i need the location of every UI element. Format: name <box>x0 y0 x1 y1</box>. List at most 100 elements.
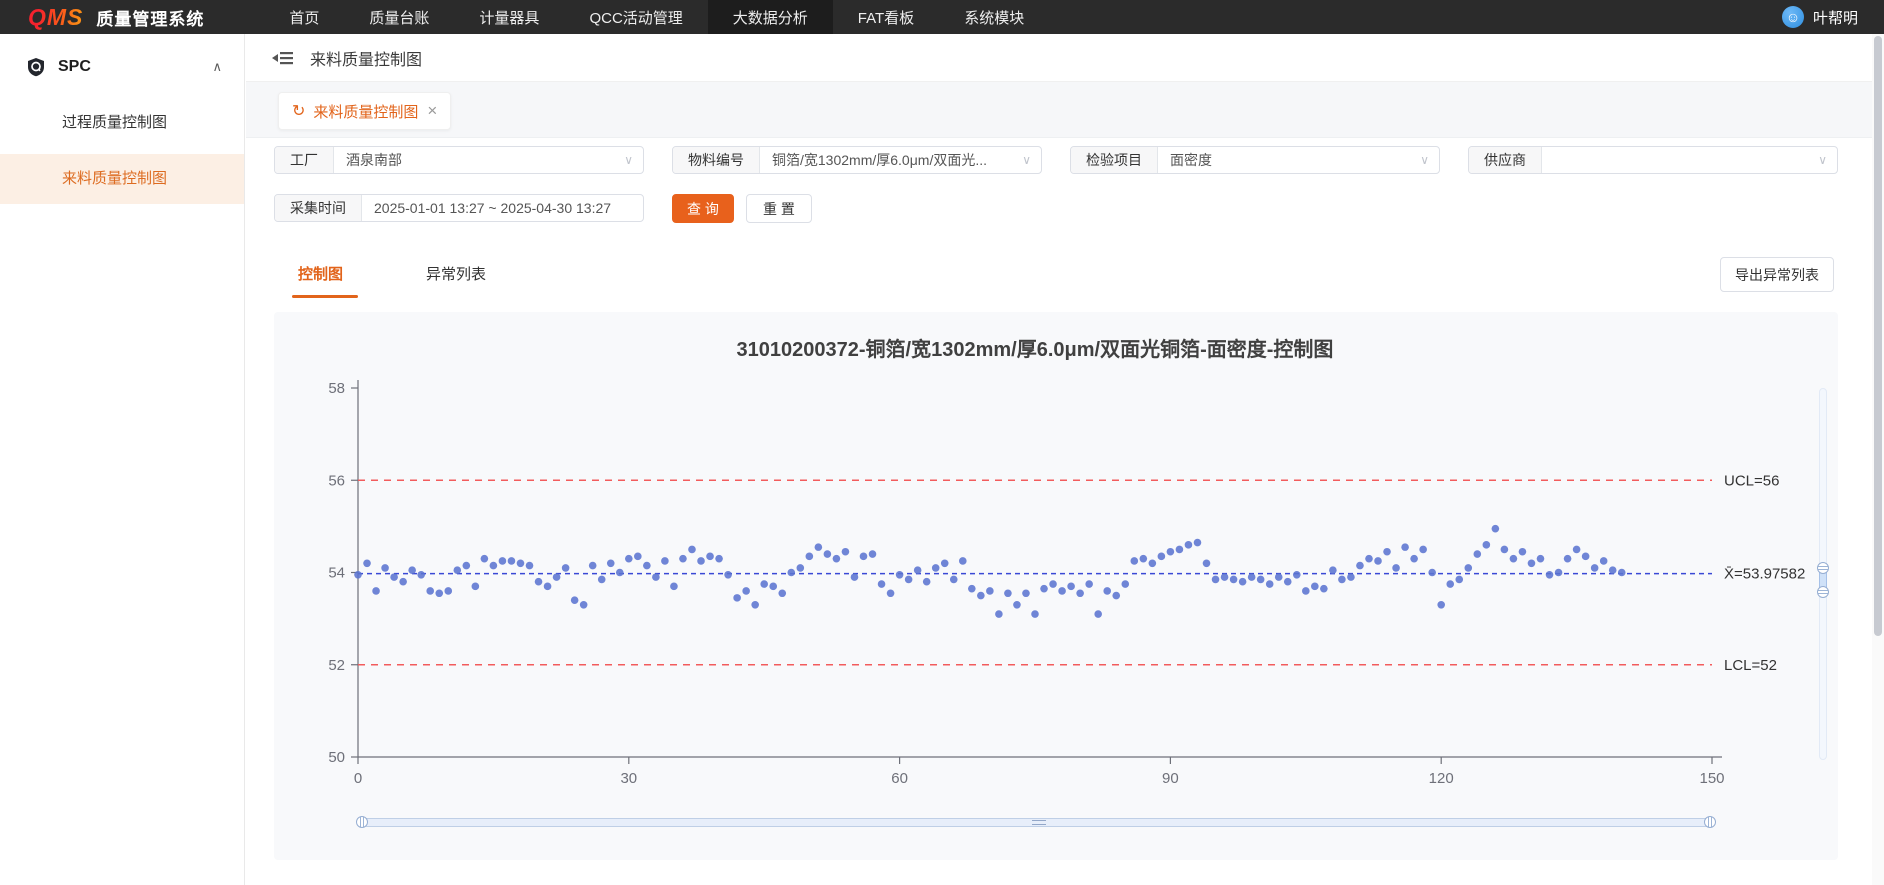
datazoom-top-handle[interactable] <box>1817 562 1829 574</box>
data-point <box>778 589 786 597</box>
data-point <box>544 583 552 591</box>
close-icon[interactable]: × <box>427 101 437 121</box>
chevron-down-icon[interactable]: ∨ <box>1420 153 1429 167</box>
filter-area: 工厂 酒泉南部 ∨ 物料编号 铜箔/宽1302mm/厚6.0μm/双面光... … <box>246 139 1884 251</box>
data-point <box>363 559 371 567</box>
export-abnormal-list-button[interactable]: 导出异常列表 <box>1720 257 1834 292</box>
y-tick-label: 52 <box>328 657 345 674</box>
data-point <box>1510 555 1518 563</box>
sidebar-item-incoming-control-chart[interactable]: 来料质量控制图 <box>0 154 244 204</box>
data-point <box>1284 578 1292 586</box>
nav-item-measuring-tools[interactable]: 计量器具 <box>454 0 564 34</box>
nav-item-home[interactable]: 首页 <box>264 0 344 34</box>
data-point <box>1492 525 1500 533</box>
user-avatar[interactable]: ☺ <box>1782 6 1804 28</box>
datazoom-right-handle[interactable] <box>1704 816 1716 828</box>
window-scrollbar[interactable] <box>1872 34 1884 885</box>
data-point <box>1428 569 1436 577</box>
data-point <box>995 610 1003 618</box>
data-point <box>923 578 931 586</box>
data-point <box>408 566 416 574</box>
data-point <box>1618 569 1626 577</box>
data-point <box>1591 564 1599 572</box>
supplier-value[interactable]: ∨ <box>1542 147 1837 173</box>
nav-item-quality-ledger[interactable]: 质量台账 <box>344 0 454 34</box>
data-point <box>1528 559 1536 567</box>
data-point <box>860 553 868 561</box>
data-point <box>824 550 832 558</box>
data-point <box>1103 587 1111 595</box>
data-point <box>1212 576 1220 584</box>
user-menu[interactable]: ☺ 叶帮明 <box>1782 0 1858 34</box>
nav-item-fat-board[interactable]: FAT看板 <box>833 0 939 34</box>
data-point <box>1022 589 1030 597</box>
material-label: 物料编号 <box>673 147 760 173</box>
search-button[interactable]: 查 询 <box>672 194 734 223</box>
data-point <box>869 550 877 558</box>
nav-item-bigdata[interactable]: 大数据分析 <box>708 0 833 34</box>
y-tick-label: 56 <box>328 472 345 489</box>
data-point <box>1347 573 1355 581</box>
material-value[interactable]: 铜箔/宽1302mm/厚6.0μm/双面光... ∨ <box>760 147 1041 173</box>
datazoom-vertical-slider[interactable] <box>1817 388 1829 760</box>
datazoom-bottom-handle[interactable] <box>1817 586 1829 598</box>
data-point <box>1455 576 1463 584</box>
sidebar-item-process-control-chart[interactable]: 过程质量控制图 <box>0 98 244 148</box>
nav-item-system[interactable]: 系统模块 <box>939 0 1049 34</box>
datazoom-horizontal-slider[interactable] <box>356 816 1716 829</box>
sidebar-group-spc[interactable]: SPC ∧ <box>0 42 244 92</box>
tab-control-chart[interactable]: 控制图 <box>298 263 343 284</box>
supplier-select: 供应商 ∨ <box>1468 146 1838 174</box>
data-point <box>1474 550 1482 558</box>
window-scrollbar-thumb[interactable] <box>1874 36 1882 636</box>
chevron-down-icon[interactable]: ∨ <box>1818 153 1827 167</box>
data-point <box>417 571 425 579</box>
factory-value[interactable]: 酒泉南部 ∨ <box>334 147 643 173</box>
data-point <box>390 573 398 581</box>
data-point <box>1392 564 1400 572</box>
inspection-item-select: 检验项目 面密度 ∨ <box>1070 146 1440 174</box>
data-point <box>1094 610 1102 618</box>
data-point <box>769 583 777 591</box>
data-point <box>1320 585 1328 593</box>
data-point <box>1149 559 1157 567</box>
active-tab-underline <box>292 295 358 298</box>
inspection-item-value[interactable]: 面密度 ∨ <box>1158 147 1439 173</box>
material-selected-text: 铜箔/宽1302mm/厚6.0μm/双面光... <box>772 150 987 170</box>
factory-selected-text: 酒泉南部 <box>346 150 402 170</box>
app-title: 质量管理系统 <box>96 5 204 30</box>
chevron-down-icon[interactable]: ∨ <box>624 153 633 167</box>
data-point <box>1239 578 1247 586</box>
data-point <box>851 573 859 581</box>
data-point <box>598 576 606 584</box>
data-point <box>1365 555 1373 563</box>
data-point <box>580 601 588 609</box>
data-point <box>1338 576 1346 584</box>
data-point <box>1564 555 1572 563</box>
workspace-tab-incoming-control-chart[interactable]: ↻ 来料质量控制图 × <box>278 92 451 130</box>
data-point <box>1085 580 1093 588</box>
nav-item-qcc[interactable]: QCC活动管理 <box>564 0 707 34</box>
x-tick-label: 120 <box>1429 770 1454 787</box>
reset-button[interactable]: 重 置 <box>746 194 812 223</box>
chevron-down-icon[interactable]: ∨ <box>1022 153 1031 167</box>
data-point <box>562 564 570 572</box>
data-point <box>1582 553 1590 561</box>
data-point <box>652 573 660 581</box>
data-point <box>1266 580 1274 588</box>
chevron-up-icon[interactable]: ∧ <box>212 59 222 75</box>
data-point <box>706 553 714 561</box>
datazoom-left-handle[interactable] <box>356 816 368 828</box>
data-point <box>1013 601 1021 609</box>
data-point <box>760 580 768 588</box>
refresh-icon[interactable]: ↻ <box>292 101 305 121</box>
data-point <box>1140 555 1148 563</box>
collect-time-value[interactable]: 2025-01-01 13:27 ~ 2025-04-30 13:27 <box>362 195 643 221</box>
collapse-sidebar-icon[interactable] <box>272 49 294 67</box>
datazoom-grip[interactable] <box>1032 820 1046 825</box>
x-tick-label: 90 <box>1162 770 1179 787</box>
tab-abnormal-list[interactable]: 异常列表 <box>426 263 486 284</box>
material-select: 物料编号 铜箔/宽1302mm/厚6.0μm/双面光... ∨ <box>672 146 1042 174</box>
data-point <box>986 587 994 595</box>
data-point <box>733 594 741 602</box>
